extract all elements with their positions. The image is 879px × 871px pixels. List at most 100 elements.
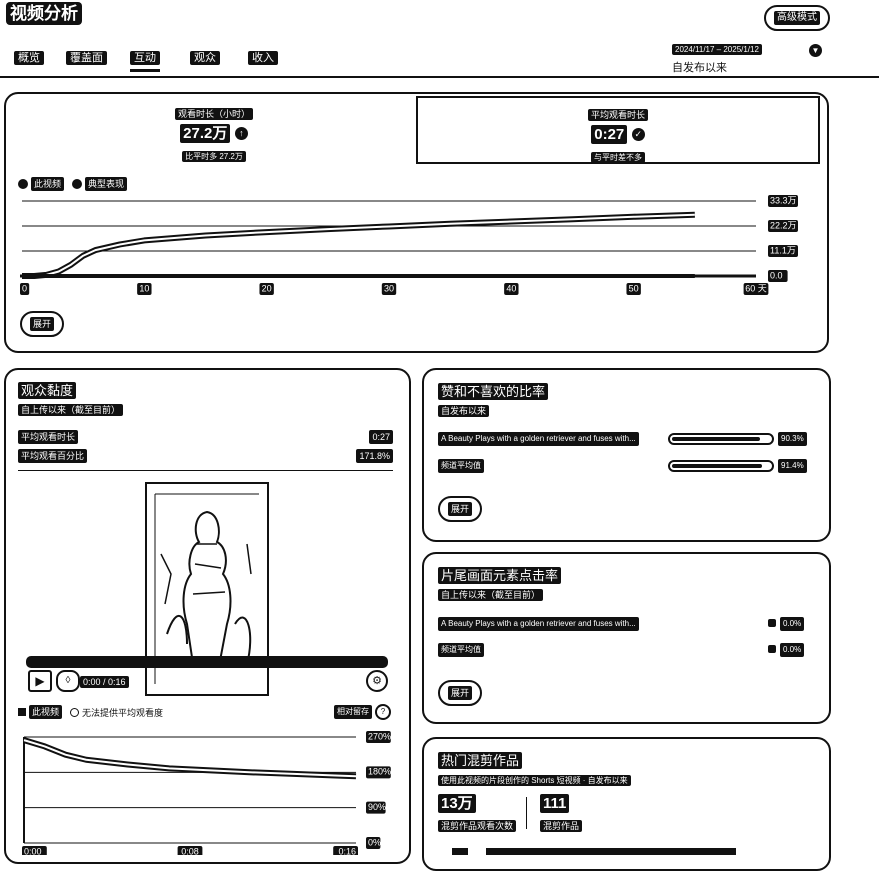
x-tick-label: 10 xyxy=(137,283,152,295)
x-tick-label-text: 10 xyxy=(139,283,149,293)
metric-value: 27.2万 xyxy=(180,124,231,143)
x-tick-label: 20 xyxy=(259,283,274,295)
row-value: 91.4% xyxy=(778,459,807,473)
likes-row-video: A Beauty Plays with a golden retriever a… xyxy=(438,432,810,446)
retention-row-avg-percent: 平均观看百分比 171.8% xyxy=(18,449,393,463)
header-divider xyxy=(0,76,879,78)
row-value: 0.0% xyxy=(780,643,805,657)
y-tick-label-text: 22.2万 xyxy=(770,220,797,230)
legend-typical-label: 无法提供平均观看度 xyxy=(82,707,164,718)
x-tick-label: 40 xyxy=(504,283,519,295)
y-tick-label-text: 0% xyxy=(368,837,381,847)
y-tick-label-text: 90% xyxy=(368,802,386,812)
x-tick-label: 30 xyxy=(381,283,397,295)
y-tick-label: 270% xyxy=(366,731,391,743)
expand-button-endscreen[interactable]: 展开 xyxy=(438,680,482,706)
stat-label: 混剪作品观看次数 xyxy=(438,820,517,832)
video-player[interactable]: ▶ ◊ 0:00 / 0:16 ⚙ xyxy=(18,480,390,696)
x-tick-label: 0:16 xyxy=(333,846,358,855)
y-tick-label: 180% xyxy=(366,766,391,779)
value-swatch xyxy=(768,619,776,627)
tab-overview[interactable]: 概览 xyxy=(14,51,44,65)
ratio-bar-fill xyxy=(672,464,762,468)
y-tick-label: 11.1万 xyxy=(768,245,798,257)
tab-reach[interactable]: 覆盖面 xyxy=(66,51,107,65)
y-tick-label-text: 270% xyxy=(368,731,391,741)
x-tick-label: 0 xyxy=(20,283,30,295)
tab-audience[interactable]: 观众 xyxy=(190,51,220,65)
x-tick-label-text: 0 xyxy=(22,283,27,293)
y-tick-label-text: 180% xyxy=(368,767,391,777)
metric-compare: 与平时差不多 xyxy=(591,152,645,163)
tab-engagement[interactable]: 互动 xyxy=(130,51,160,72)
endscreen-title: 片尾画面元素点击率 xyxy=(438,567,562,585)
expand-button-main[interactable]: 展开 xyxy=(20,311,64,337)
y-tick-label: 0% xyxy=(366,837,381,849)
y-tick-label-text: 11.1万 xyxy=(770,245,796,255)
ratio-bar-fill xyxy=(672,437,760,441)
x-tick-label: 0:00 xyxy=(22,846,47,855)
likes-title: 赞和不喜欢的比率 xyxy=(438,383,549,401)
y-tick-label: 90% xyxy=(366,801,386,814)
x-tick-label-text: 30 xyxy=(384,283,394,293)
metric-avg-duration[interactable]: 平均观看时长 0:27 ✓ 与平时差不多 xyxy=(416,96,820,164)
expand-button-likes[interactable]: 展开 xyxy=(438,496,482,522)
settings-gear-icon[interactable]: ⚙ xyxy=(366,670,388,692)
x-tick-label: 0:08 xyxy=(177,846,203,855)
watch-time-chart: 0.0 11.1万 22.2万 33.3万 0 10 20 30 40 50 60 天 xyxy=(20,195,798,295)
advanced-mode-button[interactable]: 高级模式 xyxy=(764,5,830,31)
relative-retention-toggle[interactable]: 相对留存 ? xyxy=(334,704,391,720)
stat-value: 13万 xyxy=(438,794,476,813)
remix-title: 热门混剪作品 xyxy=(438,752,523,770)
page-title: 视频分析 xyxy=(6,2,82,25)
stat-value: 111 xyxy=(540,794,570,813)
arrow-up-icon: ↑ xyxy=(234,127,248,140)
legend-this-swatch xyxy=(18,179,28,189)
row-label: A Beauty Plays with a golden retriever a… xyxy=(438,432,639,446)
legend-typical-swatch xyxy=(72,179,83,189)
retention-row-avg-duration: 平均观看时长 0:27 xyxy=(18,430,393,444)
endscreen-row-channel-avg: 频道平均值 0.0% xyxy=(438,643,810,657)
x-tick-label-text: 0:16 xyxy=(338,846,356,855)
row-label: 平均观看百分比 xyxy=(18,449,88,463)
date-range-label: 自发布以来 xyxy=(672,62,727,74)
remix-stat-count: 111 混剪作品 xyxy=(540,794,583,834)
play-button[interactable]: ▶ xyxy=(28,670,52,692)
metric-watch-time[interactable]: 观看时长（小时） 27.2万 ↑ 比平时多 27.2万 xyxy=(12,96,416,164)
likes-row-channel-avg: 频道平均值 91.4% xyxy=(438,459,810,473)
x-tick-label-text: 0:08 xyxy=(181,846,199,855)
ratio-bar xyxy=(668,433,774,445)
endscreen-subtitle: 自上传以来（截至目前） xyxy=(438,585,544,603)
volume-icon[interactable]: ◊ xyxy=(56,670,80,692)
legend-typical-label: 典型表现 xyxy=(85,177,128,191)
value-swatch xyxy=(768,645,776,653)
series-line-this-video xyxy=(22,211,695,279)
video-progress-bar[interactable] xyxy=(26,656,388,668)
x-tick-label-text: 20 xyxy=(262,283,272,293)
metric-label: 观看时长（小时） xyxy=(174,108,253,120)
remix-item-text-block xyxy=(486,848,736,855)
tab-revenue[interactable]: 收入 xyxy=(248,51,278,65)
row-value: 0:27 xyxy=(369,430,393,444)
chevron-down-icon: ▼ xyxy=(809,44,822,57)
remix-stat-views: 13万 混剪作品观看次数 xyxy=(438,794,517,834)
date-range-text: 2024/11/17 – 2025/1/12 xyxy=(672,44,762,55)
retention-line xyxy=(23,737,357,780)
time-display: 0:00 / 0:16 xyxy=(80,672,129,690)
remix-subtitle: 使用此视频的片段创作的 Shorts 短视频 · 自发布以来 xyxy=(438,770,631,788)
y-tick-label-text: 0.0 xyxy=(770,270,783,280)
legend-typical-swatch xyxy=(70,707,80,717)
x-tick-label-text: 50 xyxy=(629,283,639,293)
retention-title: 观众黏度 xyxy=(18,382,77,400)
advanced-mode-label: 高级模式 xyxy=(774,11,820,25)
row-value: 0.0% xyxy=(780,617,805,631)
remix-list-item-partial[interactable] xyxy=(440,846,740,855)
likes-subtitle: 自发布以来 xyxy=(438,401,490,419)
help-icon[interactable]: ? xyxy=(375,704,391,720)
remix-thumbnail xyxy=(452,848,468,855)
active-tab-underline xyxy=(130,69,160,72)
metric-compare: 比平时多 27.2万 xyxy=(182,151,246,162)
y-tick-label: 0.0 xyxy=(768,270,788,282)
date-range-selector[interactable]: 2024/11/17 – 2025/1/12 自发布以来 ▼ xyxy=(672,39,832,75)
retention-subtitle: 自上传以来（截至目前） xyxy=(18,400,124,418)
